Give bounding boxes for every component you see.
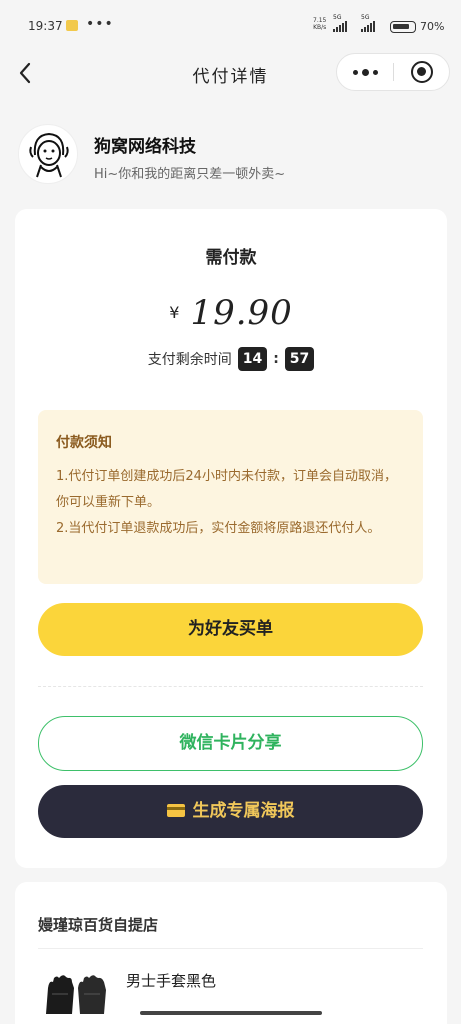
notice-item: 1.代付订单创建成功后24小时内未付款，订单会自动取消，你可以重新下单。 bbox=[56, 469, 397, 510]
status-more-dots: ••• bbox=[86, 16, 114, 32]
order-divider bbox=[38, 948, 423, 949]
shop-avatar bbox=[18, 124, 78, 184]
signal-icon-2: 5G bbox=[361, 14, 375, 32]
pay-for-friend-button[interactable]: 为好友买单 bbox=[38, 603, 423, 656]
generate-poster-button[interactable]: 生成专属海报 bbox=[38, 785, 423, 838]
countdown-seconds: 57 bbox=[284, 347, 315, 371]
amount-display: ¥ 19.90 bbox=[15, 293, 447, 333]
mini-program-capsule bbox=[336, 53, 450, 91]
battery-percent: 70% bbox=[420, 20, 445, 33]
target-close-icon[interactable] bbox=[411, 61, 433, 83]
amount-value: 19.90 bbox=[190, 293, 293, 333]
capsule-divider bbox=[393, 63, 394, 81]
wechat-card-share-button[interactable]: 微信卡片分享 bbox=[38, 716, 423, 771]
network-speed-value: 7.15 bbox=[313, 17, 327, 24]
status-time: 19:37 bbox=[28, 19, 63, 33]
home-indicator[interactable] bbox=[140, 1011, 322, 1015]
payment-countdown: 支付剩余时间 14 : 57 bbox=[15, 347, 447, 371]
store-name: 嫚瑾琼百货自提店 bbox=[38, 916, 159, 934]
notice-title: 付款须知 bbox=[56, 435, 112, 451]
signal-1-label: 5G bbox=[333, 14, 342, 21]
generate-poster-label: 生成专属海报 bbox=[192, 801, 295, 821]
shop-slogan: Hi~你和我的距离只差一顿外卖~ bbox=[94, 167, 286, 182]
product-image[interactable] bbox=[42, 974, 112, 1014]
black-gloves-image bbox=[46, 975, 106, 1014]
countdown-minutes: 14 bbox=[237, 347, 268, 371]
status-bar: 19:37 ••• 7.15 KB/s 5G 5G 70% bbox=[0, 0, 461, 52]
amount-due-label: 需付款 bbox=[205, 248, 257, 268]
notification-app-icon bbox=[66, 20, 78, 31]
countdown-separator: : bbox=[273, 351, 279, 367]
battery-icon bbox=[390, 21, 416, 33]
signal-2-label: 5G bbox=[361, 14, 370, 21]
signal-icon-1: 5G bbox=[333, 14, 347, 32]
order-card: 嫚瑾琼百货自提店 男士手套黑色 bbox=[15, 882, 447, 1024]
dashed-divider bbox=[38, 686, 423, 687]
payment-card: 需付款 ¥ 19.90 支付剩余时间 14 : 57 付款须知 1.代付订单创建… bbox=[15, 209, 447, 868]
product-name[interactable]: 男士手套黑色 bbox=[126, 970, 216, 991]
notice-item: 2.当代付订单退款成功后，实付金额将原路退还代付人。 bbox=[56, 521, 381, 536]
network-speed-unit: KB/s bbox=[313, 24, 327, 31]
nav-bar: 代付详情 bbox=[0, 52, 461, 94]
card-icon bbox=[166, 804, 185, 817]
more-dots-icon[interactable] bbox=[337, 54, 393, 90]
currency-symbol: ¥ bbox=[169, 303, 180, 322]
shop-name: 狗窝网络科技 bbox=[94, 137, 196, 157]
network-speed: 7.15 KB/s bbox=[313, 17, 326, 31]
cartoon-avatar-icon bbox=[29, 132, 69, 178]
payment-notice: 付款须知 1.代付订单创建成功后24小时内未付款，订单会自动取消，你可以重新下单… bbox=[38, 410, 423, 584]
countdown-label: 支付剩余时间 bbox=[147, 352, 232, 368]
